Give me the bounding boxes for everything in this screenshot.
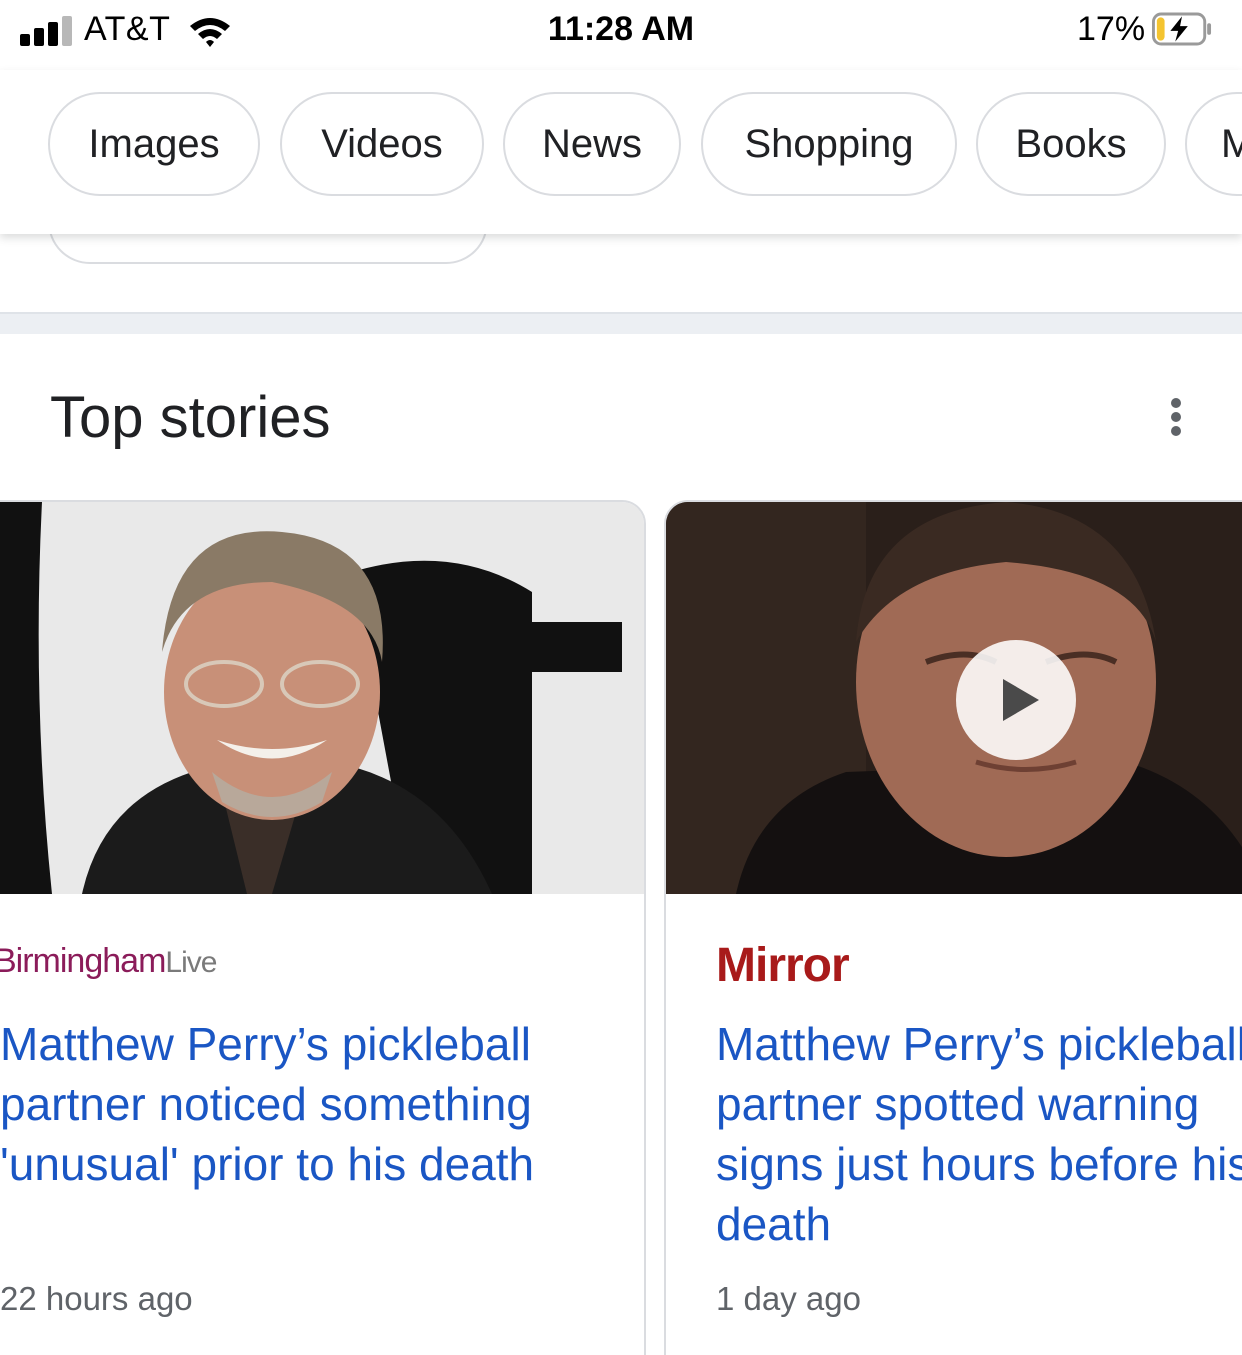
search-filter-chips: Images Videos News Shopping Books M [0,70,1242,234]
chip-more[interactable]: M [1185,92,1242,196]
more-vert-icon[interactable] [1160,392,1192,442]
story-headline[interactable]: Matthew Perry’s pickleball partner notic… [0,1014,534,1194]
chip-books[interactable]: Books [976,92,1166,196]
clock: 11:28 AM [547,10,695,48]
story-thumbnail[interactable] [0,502,644,894]
chip-videos[interactable]: Videos [280,92,484,196]
story-video-thumbnail[interactable] [666,502,1242,894]
status-bar: AT&T 11:28 AM 17% [0,0,1242,70]
chip-images[interactable]: Images [48,92,260,196]
story-timestamp: 1 day ago [716,1280,861,1317]
source-logo: Mirror [716,939,850,992]
play-icon [1003,679,1039,721]
battery-charging-icon [1152,12,1212,46]
story-headline[interactable]: Matthew Perry’s pickleball partner spott… [716,1014,1242,1254]
story-timestamp: 22 hours ago [0,1280,193,1317]
chip-shopping[interactable]: Shopping [701,92,957,196]
section-divider [0,312,1242,334]
battery-percent: 17% [1077,10,1146,48]
source-logo: BirminghamLive [0,942,217,980]
story-card[interactable]: BirminghamLive Matthew Perry’s picklebal… [0,500,646,1355]
page: AT&T 11:28 AM 17% Images Videos News Sho… [0,0,1242,1355]
chip-news[interactable]: News [503,92,681,196]
play-button[interactable] [956,640,1076,760]
story-card[interactable]: Mirror Matthew Perry’s pickleball partne… [664,500,1242,1355]
section-title: Top stories [50,385,331,450]
